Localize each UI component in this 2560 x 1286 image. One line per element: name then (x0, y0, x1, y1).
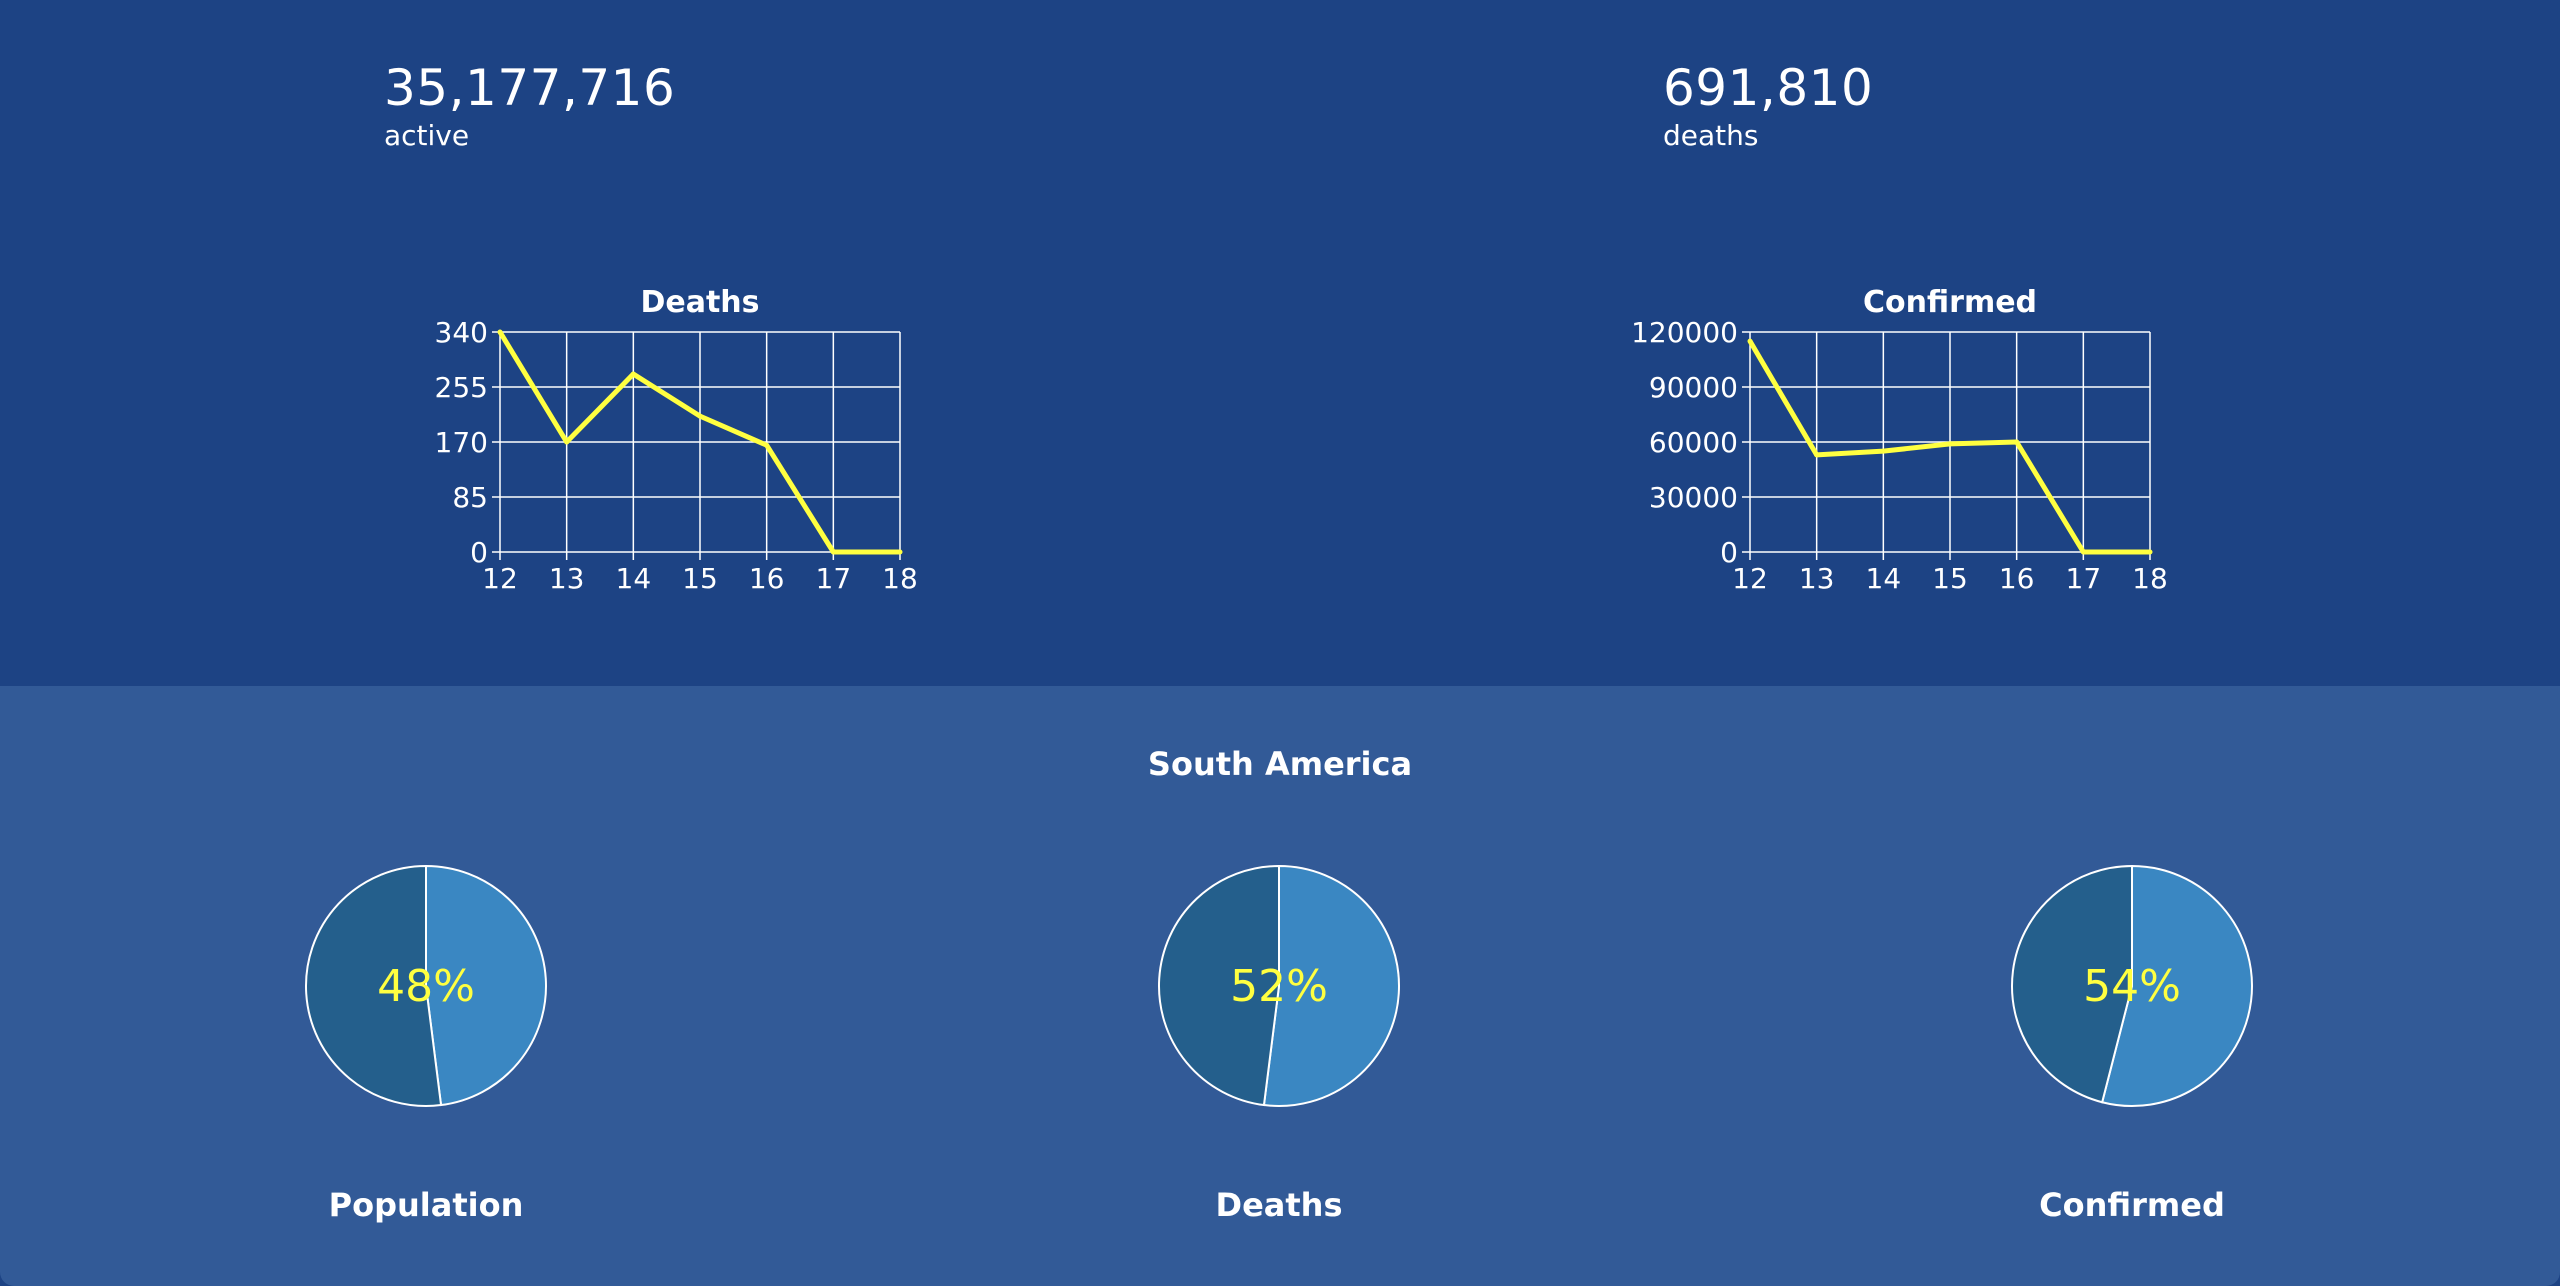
active-label: active (384, 119, 470, 152)
x-tick-label: 17 (816, 562, 852, 595)
y-tick-label: 85 (452, 481, 488, 514)
deaths-pie-label: Deaths (1215, 1186, 1343, 1224)
data-point (497, 329, 503, 335)
y-tick-label: 120000 (1631, 316, 1738, 349)
x-tick-label: 14 (616, 562, 652, 595)
data-point (2147, 549, 2153, 555)
x-tick-label: 12 (1732, 562, 1768, 595)
y-tick-label: 60000 (1649, 426, 1738, 459)
y-tick-label: 340 (435, 316, 488, 349)
data-point (564, 439, 570, 445)
data-point (630, 371, 636, 377)
deaths-chart-title: Deaths (640, 285, 759, 320)
deaths-label: deaths (1663, 119, 1759, 152)
population-pie: 48% (304, 864, 548, 1108)
population-pie-label: Population (328, 1186, 524, 1224)
confirmed-chart-title: Confirmed (1863, 285, 2037, 320)
active-stat: 35,177,716 active (384, 58, 675, 154)
data-point (830, 549, 836, 555)
confirmed-pie-label: Confirmed (2039, 1186, 2225, 1224)
dashboard: 35,177,716 active 691,810 deaths Deaths 0… (0, 0, 2560, 1286)
x-tick-label: 12 (482, 562, 518, 595)
summary-panel: 35,177,716 active 691,810 deaths Deaths 0… (0, 0, 2560, 686)
x-tick-label: 18 (2132, 562, 2168, 595)
data-point (2080, 549, 2086, 555)
data-point (1747, 338, 1753, 344)
y-tick-label: 255 (435, 371, 488, 404)
y-tick-label: 30000 (1649, 481, 1738, 514)
data-point (2014, 439, 2020, 445)
deaths-line-chart-svg: Deaths08517025534012 13 14 15 16 17 18 (435, 285, 918, 595)
deaths-line-chart: Deaths 0 85 170 255 340 12 13 14 15 16 17 18 (390, 270, 950, 610)
x-tick-label: 18 (882, 562, 918, 595)
deaths-stat: 691,810 deaths (1663, 58, 1873, 154)
x-tick-label: 15 (682, 562, 718, 595)
x-tick-label: 14 (1866, 562, 1902, 595)
population-percent: 48% (377, 960, 475, 1012)
x-tick-label: 16 (749, 562, 785, 595)
y-tick-label: 170 (435, 426, 488, 459)
confirmed-percent: 54% (2083, 960, 2181, 1012)
data-point (764, 442, 770, 448)
x-tick-label: 17 (2066, 562, 2102, 595)
data-point (697, 413, 703, 419)
data-point (1880, 448, 1886, 454)
confirmed-line-chart-svg: Confirmed030000600009000012000012 13 14 15 1… (1631, 285, 2168, 595)
data-point (1947, 441, 1953, 447)
x-tick-label: 15 (1932, 562, 1968, 595)
active-count: 35,177,716 (384, 59, 676, 117)
x-tick-label: 13 (549, 562, 585, 595)
deaths-count: 691,810 (1663, 59, 1874, 117)
deaths-percent: 52% (1230, 960, 1328, 1012)
data-point (1814, 452, 1820, 458)
confirmed-line-chart: Confirmed 0 30000 60000 90000 120000 12 13 14 15 1… (1631, 270, 2200, 610)
deaths-pie: 52% (1157, 864, 1401, 1108)
y-tick-label: 90000 (1649, 371, 1738, 404)
x-tick-label: 16 (1999, 562, 2035, 595)
x-tick-label: 13 (1799, 562, 1835, 595)
data-point (897, 549, 903, 555)
confirmed-pie: 54% (2010, 864, 2254, 1108)
region-title: South America (1147, 745, 1413, 783)
